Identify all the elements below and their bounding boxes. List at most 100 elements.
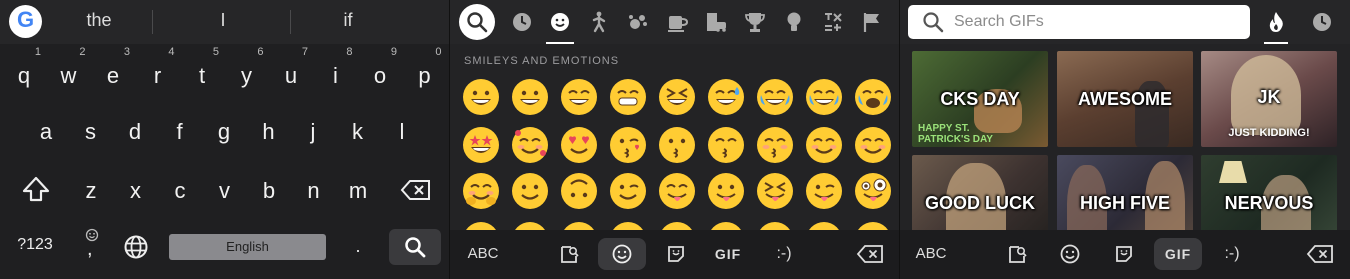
smiley-icon (612, 244, 632, 264)
gif-search-input[interactable]: Search GIFs (908, 5, 1250, 39)
space-bar[interactable]: English (169, 234, 326, 260)
emoji-item[interactable] (755, 77, 795, 117)
emoji-item[interactable] (559, 125, 599, 165)
key-d[interactable]: d (114, 107, 156, 157)
key-s[interactable]: s (70, 107, 112, 157)
sticker-icon[interactable] (660, 238, 692, 270)
emoji-item[interactable] (510, 125, 550, 165)
key-m[interactable]: m (337, 166, 379, 216)
globe-icon[interactable] (122, 234, 150, 262)
recent-icon[interactable] (510, 10, 534, 34)
emoji-item[interactable] (706, 77, 746, 117)
key-j[interactable]: j (292, 107, 334, 157)
comma-emoji-key[interactable]: , (80, 228, 104, 262)
backspace-key[interactable] (398, 178, 434, 206)
key-u[interactable]: u7 (270, 46, 312, 101)
trending-fire-icon[interactable] (1264, 10, 1288, 34)
travel-icon[interactable] (704, 10, 728, 34)
food-icon[interactable] (665, 10, 689, 34)
key-b[interactable]: b (248, 166, 290, 216)
suggestion-2[interactable]: I (173, 10, 273, 31)
shift-key[interactable] (15, 175, 57, 207)
emoji-item[interactable] (755, 125, 795, 165)
key-f[interactable]: f (159, 107, 201, 157)
recent-icon[interactable] (1310, 10, 1334, 34)
abc-button[interactable]: ABC (460, 238, 506, 270)
key-x[interactable]: x (115, 166, 157, 216)
emoji-item[interactable] (853, 77, 893, 117)
search-action-key[interactable] (389, 229, 441, 265)
emoji-item[interactable] (804, 125, 844, 165)
sticker-icon[interactable] (1108, 238, 1140, 270)
abc-button[interactable]: ABC (908, 238, 954, 270)
key-t[interactable]: t5 (181, 46, 223, 101)
emoji-item[interactable] (608, 77, 648, 117)
emoji-item[interactable] (755, 171, 795, 211)
emoji-item[interactable] (461, 77, 501, 117)
emoji-item[interactable] (461, 125, 501, 165)
smiley-icon[interactable] (1054, 238, 1086, 270)
key-k[interactable]: k (337, 107, 379, 157)
symbols-key[interactable]: ?123 (10, 236, 60, 254)
emoji-item[interactable] (706, 171, 746, 211)
selected-category-indicator (546, 42, 574, 44)
emoji-item[interactable] (853, 125, 893, 165)
emoji-tab-button[interactable] (598, 238, 646, 270)
emoji-item[interactable] (510, 171, 550, 211)
emoji-item[interactable] (608, 171, 648, 211)
emoji-item[interactable] (559, 171, 599, 211)
period-key[interactable]: . (348, 236, 368, 257)
emoji-item[interactable] (559, 77, 599, 117)
key-p[interactable]: p0 (404, 46, 446, 101)
emoji-item[interactable] (657, 125, 697, 165)
emoji-item[interactable] (804, 171, 844, 211)
emoji-item[interactable] (657, 171, 697, 211)
key-e[interactable]: e3 (92, 46, 134, 101)
key-y[interactable]: y6 (226, 46, 268, 101)
emoji-item[interactable] (461, 171, 501, 211)
flag-icon[interactable] (860, 10, 884, 34)
google-logo-icon[interactable]: G (9, 5, 42, 38)
sticker-search-icon[interactable] (1001, 238, 1033, 270)
key-c[interactable]: c (159, 166, 201, 216)
emoticon-tab-button[interactable]: :-) (1214, 238, 1250, 270)
emoji-item[interactable] (706, 125, 746, 165)
symbol-icon[interactable] (821, 10, 845, 34)
emoji-item[interactable] (804, 77, 844, 117)
suggestion-3[interactable]: if (298, 10, 398, 31)
emoji-category-bar (450, 0, 900, 44)
smiley-icon[interactable] (548, 10, 572, 34)
emoji-item[interactable] (853, 171, 893, 211)
key-w[interactable]: w2 (48, 46, 90, 101)
emoticon-tab-button[interactable]: :-) (766, 238, 802, 270)
gif-tab-button[interactable]: GIF (708, 238, 748, 270)
animal-icon[interactable] (626, 10, 650, 34)
key-h[interactable]: h (248, 107, 290, 157)
emoji-search-button[interactable] (459, 4, 495, 40)
emoji-item[interactable] (657, 77, 697, 117)
object-icon[interactable] (782, 10, 806, 34)
sticker-search-icon[interactable] (553, 238, 585, 270)
trophy-icon[interactable] (743, 10, 767, 34)
key-r[interactable]: r4 (137, 46, 179, 101)
key-a[interactable]: a (25, 107, 67, 157)
gif-tile[interactable]: CKS DAY HAPPY ST. PATRICK'S DAY (912, 51, 1048, 147)
key-g[interactable]: g (203, 107, 245, 157)
key-l[interactable]: l (381, 107, 423, 157)
backspace-key[interactable] (1300, 238, 1340, 270)
key-n[interactable]: n (293, 166, 335, 216)
key-z[interactable]: z (70, 166, 112, 216)
gif-tab-button[interactable]: GIF (1154, 238, 1202, 270)
suggestion-1[interactable]: the (49, 10, 149, 31)
emoji-item[interactable] (510, 77, 550, 117)
emoji-item[interactable] (608, 125, 648, 165)
person-icon[interactable] (587, 10, 611, 34)
key-v[interactable]: v (204, 166, 246, 216)
gif-tile[interactable]: AWESOME (1057, 51, 1193, 147)
key-q[interactable]: q1 (3, 46, 45, 101)
key-i[interactable]: i8 (315, 46, 357, 101)
key-o[interactable]: o9 (359, 46, 401, 101)
selected-category-indicator (1264, 42, 1288, 44)
gif-tile[interactable]: JK JUST KIDDING! (1201, 51, 1337, 147)
backspace-key[interactable] (850, 238, 890, 270)
